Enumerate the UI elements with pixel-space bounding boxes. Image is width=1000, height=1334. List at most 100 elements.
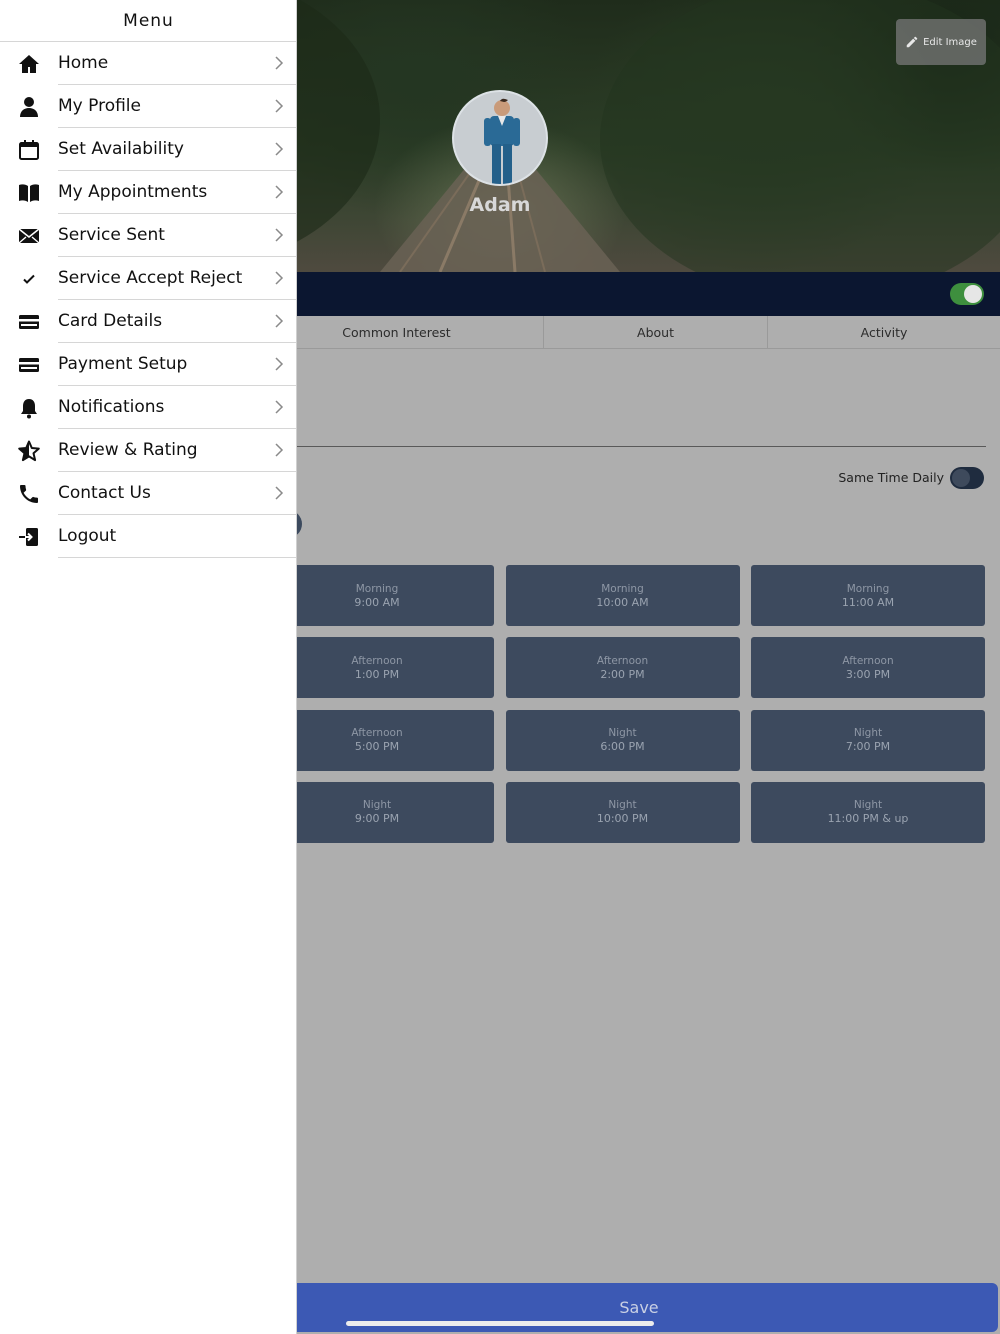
time-slot-button[interactable]: Night 6:00 PM <box>505 709 740 771</box>
menu-item-my-appointments[interactable]: My Appointments <box>0 171 297 214</box>
menu-item-body: Service Sent <box>58 214 297 257</box>
menu-item-service-accept-reject[interactable]: Service Accept Reject <box>0 257 297 300</box>
edit-image-button[interactable]: Edit Image <box>896 19 986 65</box>
avatar[interactable] <box>452 90 548 186</box>
slot-time: 2:00 PM <box>600 667 645 681</box>
time-slot-button[interactable]: Morning 11:00 AM <box>751 565 985 626</box>
menu-item-home[interactable]: Home <box>0 42 297 85</box>
chevron-right-icon <box>275 314 284 328</box>
profile-name: Adam <box>469 194 531 216</box>
time-slot-button[interactable]: Night 10:00 PM <box>505 781 740 843</box>
tab-about[interactable]: About <box>544 316 768 349</box>
menu-item-label: Logout <box>58 526 117 546</box>
menu-item-set-availability[interactable]: Set Availability <box>0 128 297 171</box>
menu-item-service-sent[interactable]: Service Sent <box>0 214 297 257</box>
menu-item-label: My Appointments <box>58 182 208 202</box>
slot-period: Afternoon <box>842 654 894 667</box>
menu-item-review-rating[interactable]: Review & Rating <box>0 429 297 472</box>
menu-item-body: Set Availability <box>58 128 297 171</box>
menu-item-payment-setup[interactable]: Payment Setup <box>0 343 297 386</box>
slot-period: Morning <box>846 582 890 595</box>
home-indicator <box>346 1321 654 1326</box>
menu-item-label: My Profile <box>58 96 141 116</box>
menu-item-label: Service Accept Reject <box>58 268 243 288</box>
calendar-icon <box>0 128 58 171</box>
menu-list: Home My Profile Set Availability My Appoint… <box>0 42 297 558</box>
slot-time: 1:00 PM <box>354 667 400 681</box>
home-icon <box>0 42 58 85</box>
slot-time: 5:00 PM <box>354 740 400 754</box>
slot-period: Afternoon <box>596 654 649 667</box>
slot-period: Morning <box>601 582 644 595</box>
slot-time: 9:00 AM <box>354 595 400 609</box>
slot-time: 3:00 PM <box>845 667 891 681</box>
time-slot-button[interactable]: Morning 10:00 AM <box>505 565 740 626</box>
tab-activity[interactable]: Activity <box>768 316 1000 349</box>
menu-item-label: Card Details <box>58 311 163 331</box>
menu-item-logout[interactable]: Logout <box>0 515 297 558</box>
slot-time: 11:00 PM & up <box>827 812 909 826</box>
menu-item-body: Card Details <box>58 300 297 343</box>
slot-period: Night <box>853 727 883 740</box>
star-icon <box>0 429 58 472</box>
chevron-right-icon <box>275 443 284 457</box>
menu-item-body: Logout <box>58 515 297 558</box>
chevron-right-icon <box>275 228 284 242</box>
menu-item-my-profile[interactable]: My Profile <box>0 85 297 128</box>
pencil-icon <box>906 36 918 48</box>
menu-item-body: Home <box>58 42 297 85</box>
menu-item-label: Home <box>58 53 109 73</box>
menu-item-contact-us[interactable]: Contact Us <box>0 472 297 515</box>
section-divider <box>296 446 986 447</box>
time-slot-button[interactable]: Afternoon 2:00 PM <box>505 637 740 699</box>
book-icon <box>0 171 58 214</box>
toggle-knob <box>952 469 970 487</box>
menu-item-body: My Profile <box>58 85 297 128</box>
menu-item-card-details[interactable]: Card Details <box>0 300 297 343</box>
chevron-right-icon <box>275 486 284 500</box>
menu-item-body: Service Accept Reject <box>58 257 297 300</box>
person-in-suit-illustration <box>484 98 520 184</box>
slot-period: Night <box>608 799 637 812</box>
side-menu-drawer: Menu Home My Profile Set Availability My Ap… <box>0 0 297 1334</box>
same-time-daily-toggle[interactable] <box>950 467 984 489</box>
checkmark-icon <box>0 257 58 300</box>
menu-item-label: Contact Us <box>58 483 151 503</box>
slot-period: Night <box>853 799 883 812</box>
menu-item-body: Review & Rating <box>58 429 297 472</box>
chevron-right-icon <box>275 400 284 414</box>
envelope-icon <box>0 214 58 257</box>
slot-time: 10:00 PM <box>596 812 649 826</box>
slot-time: 9:00 PM <box>354 812 400 826</box>
time-slot-button[interactable]: Afternoon 3:00 PM <box>751 637 985 699</box>
slot-time: 6:00 PM <box>600 740 645 754</box>
chevron-right-icon <box>275 99 284 113</box>
phone-icon <box>0 472 58 515</box>
menu-item-body: Contact Us <box>58 472 297 515</box>
chevron-right-icon <box>275 357 284 371</box>
slot-time: 10:00 AM <box>596 595 649 609</box>
user-icon <box>0 85 58 128</box>
menu-item-label: Service Sent <box>58 225 165 245</box>
slot-period: Morning <box>355 582 399 595</box>
menu-item-body: My Appointments <box>58 171 297 214</box>
chevron-right-icon <box>275 56 284 70</box>
chevron-right-icon <box>275 271 284 285</box>
menu-item-notifications[interactable]: Notifications <box>0 386 297 429</box>
payment-card-icon <box>0 343 58 386</box>
menu-title: Menu <box>0 0 297 42</box>
drawer-edge <box>296 0 297 1334</box>
slot-period: Night <box>608 727 637 740</box>
chevron-right-icon <box>275 142 284 156</box>
menu-item-label: Review & Rating <box>58 440 198 460</box>
chevron-right-icon <box>275 185 284 199</box>
time-slot-button[interactable]: Night 7:00 PM <box>751 709 985 771</box>
logout-icon <box>0 515 58 558</box>
credit-card-icon <box>0 300 58 343</box>
time-slot-button[interactable]: Night 11:00 PM & up <box>751 781 985 843</box>
slot-period: Afternoon <box>351 727 403 740</box>
bell-icon <box>0 386 58 429</box>
slot-period: Night <box>362 799 392 812</box>
edit-image-label: Edit Image <box>923 36 977 48</box>
online-status-toggle[interactable] <box>950 283 984 305</box>
